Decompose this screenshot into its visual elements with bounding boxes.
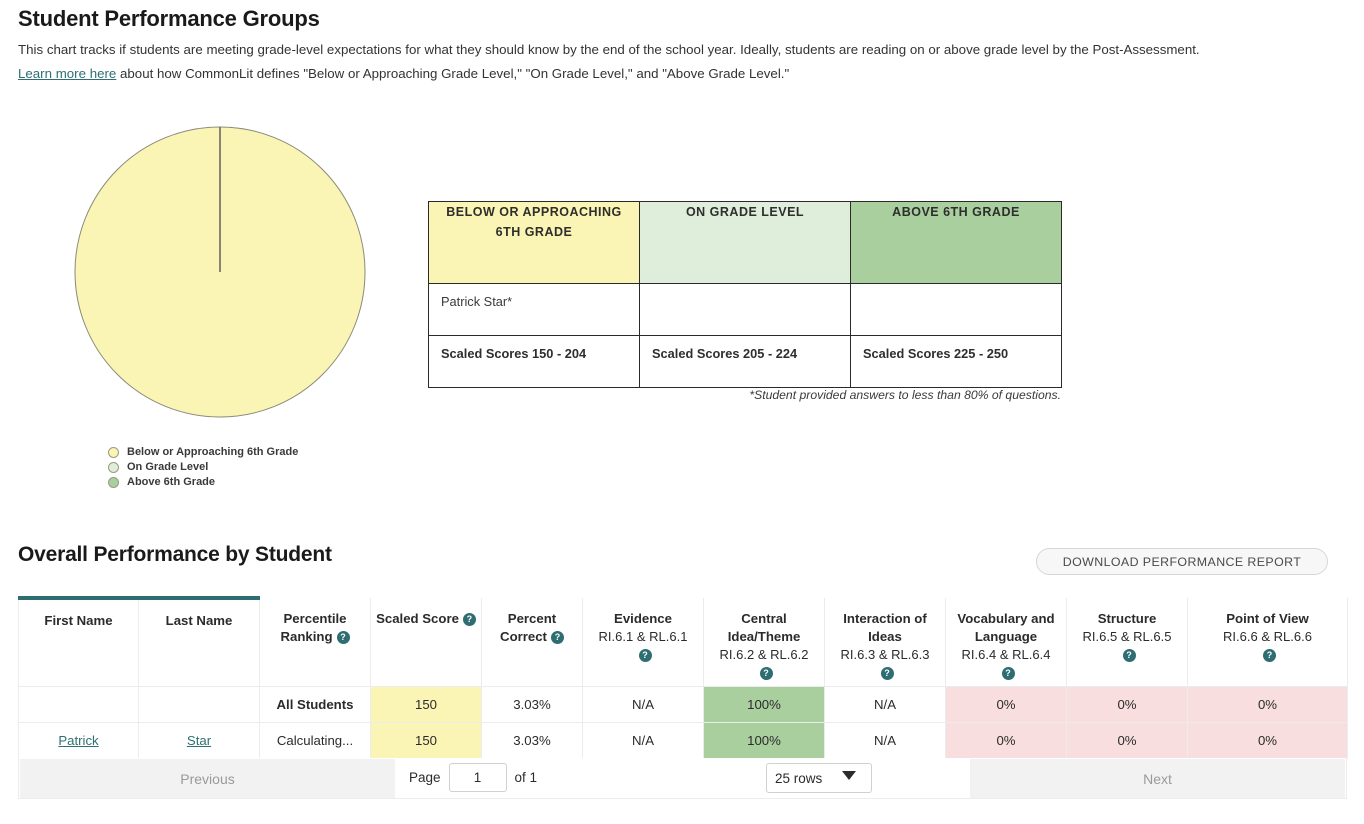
table-row: Patrick Star Calculating... 150 3.03% N/… (18, 722, 1348, 759)
column-header-first-name: First Name (18, 596, 139, 687)
student-last-name-link[interactable]: Star (187, 733, 211, 748)
band-header-on-grade: ON GRADE LEVEL (639, 201, 851, 284)
column-header-evidence: Evidence RI.6.1 & RL.6.1 ? (582, 598, 704, 687)
cell-point-of-view: 0% (1187, 686, 1348, 723)
cell-first-name (18, 686, 139, 723)
header-row: First Name Last Name Percentile Ranking?… (18, 596, 1348, 687)
help-icon-central-idea[interactable]: ? (759, 667, 773, 680)
help-icon-interaction[interactable]: ? (880, 667, 894, 680)
cell-percentile: Calculating... (259, 722, 371, 759)
cell-structure: 0% (1066, 722, 1188, 759)
page-number-input[interactable] (448, 763, 507, 792)
cell-interaction: N/A (824, 722, 946, 759)
cell-percent-correct: 3.03% (481, 722, 583, 759)
cell-point-of-view: 0% (1187, 722, 1348, 759)
band-header-below: BELOW OR APPROACHING 6TH GRADE (428, 201, 640, 284)
legend-swatch-icon-above (108, 477, 119, 488)
performance-table-title: Overall Performance by Student (18, 543, 332, 566)
rows-per-page-select[interactable]: 25 rows (766, 763, 872, 793)
cell-last-name (138, 686, 260, 723)
column-header-percentile-ranking: Percentile Ranking? (259, 598, 371, 687)
pie-svg (74, 126, 366, 418)
grade-band-scores-row: Scaled Scores 150 - 204 Scaled Scores 20… (428, 335, 1062, 388)
performance-table: First Name Last Name Percentile Ranking?… (18, 596, 1348, 759)
column-header-percent-correct: Percent Correct? (481, 598, 583, 687)
legend-item-above: Above 6th Grade (108, 475, 298, 490)
legend-label-above: Above 6th Grade (127, 476, 216, 488)
cell-central-idea: 100% (703, 686, 825, 723)
cell-interaction: N/A (824, 686, 946, 723)
cell-vocabulary: 0% (945, 686, 1067, 723)
help-icon-scaled-score[interactable]: ? (462, 613, 476, 626)
band-scores-on-grade: Scaled Scores 205 - 224 (639, 335, 851, 388)
pie-legend: Below or Approaching 6th Grade On Grade … (108, 445, 298, 490)
column-header-last-name: Last Name (138, 596, 260, 687)
legend-swatch-icon-on-grade (108, 462, 119, 473)
grade-band-table: BELOW OR APPROACHING 6TH GRADE ON GRADE … (428, 201, 1062, 388)
column-header-central-idea: Central Idea/Theme RI.6.2 & RL.6.2 ? (703, 598, 825, 687)
cell-vocabulary: 0% (945, 722, 1067, 759)
performance-pie-chart (74, 126, 366, 418)
band-header-above: ABOVE 6TH GRADE (850, 201, 1062, 284)
intro-paragraph-2: Learn more here about how CommonLit defi… (18, 66, 789, 81)
cell-evidence: N/A (582, 686, 704, 723)
cell-percentile: All Students (259, 686, 371, 723)
legend-label-below: Below or Approaching 6th Grade (127, 446, 299, 458)
help-icon-evidence[interactable]: ? (638, 649, 652, 662)
grade-band-footnote: *Student provided answers to less than 8… (749, 388, 1061, 402)
page-selector: Page of 1 (409, 758, 537, 797)
grade-band-header-row: BELOW OR APPROACHING 6TH GRADE ON GRADE … (428, 201, 1062, 284)
column-header-vocabulary-and-language: Vocabulary and Language RI.6.4 & RL.6.4 … (945, 598, 1067, 687)
cell-scaled-score: 150 (370, 686, 482, 723)
help-icon-point-of-view[interactable]: ? (1263, 649, 1276, 662)
cell-structure: 0% (1066, 686, 1188, 723)
column-header-structure: Structure RI.6.5 & RL.6.5 ? (1066, 598, 1188, 687)
help-icon-structure[interactable]: ? (1122, 649, 1136, 662)
band-students-on-grade (639, 283, 851, 336)
page-title: Student Performance Groups (18, 6, 320, 31)
column-header-scaled-score: Scaled Score? (370, 598, 482, 687)
help-icon-percentile[interactable]: ? (336, 631, 350, 644)
download-performance-report-button[interactable]: DOWNLOAD PERFORMANCE REPORT (1036, 548, 1328, 575)
legend-item-on-grade: On Grade Level (108, 460, 298, 475)
performance-table-body: All Students 150 3.03% N/A 100% N/A 0% 0… (18, 686, 1348, 759)
cell-percent-correct: 3.03% (481, 686, 583, 723)
previous-page-button[interactable]: Previous (20, 759, 395, 798)
cell-evidence: N/A (582, 722, 704, 759)
cell-first-name: Patrick (18, 722, 139, 759)
pagination-bar: Previous Page of 1 25 rows Next (18, 758, 1347, 799)
next-page-button[interactable]: Next (970, 759, 1345, 798)
grade-band-students-row: Patrick Star* (428, 283, 1062, 336)
page-label: Page (409, 770, 441, 785)
page-total-label: of 1 (514, 770, 538, 785)
band-students-above (850, 283, 1062, 336)
intro-paragraph-1: This chart tracks if students are meetin… (18, 42, 1200, 57)
performance-table-header: First Name Last Name Percentile Ranking?… (18, 596, 1348, 687)
column-header-interaction-of-ideas: Interaction of Ideas RI.6.3 & RL.6.3 ? (824, 598, 946, 687)
help-icon-vocabulary[interactable]: ? (1001, 667, 1015, 680)
band-students-below: Patrick Star* (428, 283, 640, 336)
cell-scaled-score: 150 (370, 722, 482, 759)
learn-more-link[interactable]: Learn more here (18, 66, 116, 81)
intro-paragraph-2-text: about how CommonLit defines "Below or Ap… (116, 66, 790, 81)
column-header-point-of-view: Point of View RI.6.6 & RL.6.6 ? (1187, 598, 1348, 687)
legend-item-below: Below or Approaching 6th Grade (108, 445, 298, 460)
legend-label-on-grade: On Grade Level (127, 461, 209, 473)
help-icon-percent-correct[interactable]: ? (550, 631, 564, 644)
student-first-name-link[interactable]: Patrick (58, 733, 98, 748)
performance-dashboard: Student Performance Groups This chart tr… (0, 0, 1364, 824)
band-scores-below: Scaled Scores 150 - 204 (428, 335, 640, 388)
cell-last-name: Star (138, 722, 260, 759)
cell-central-idea: 100% (703, 722, 825, 759)
table-row: All Students 150 3.03% N/A 100% N/A 0% 0… (18, 686, 1348, 723)
band-scores-above: Scaled Scores 225 - 250 (850, 335, 1062, 388)
legend-swatch-icon-below (108, 447, 119, 458)
